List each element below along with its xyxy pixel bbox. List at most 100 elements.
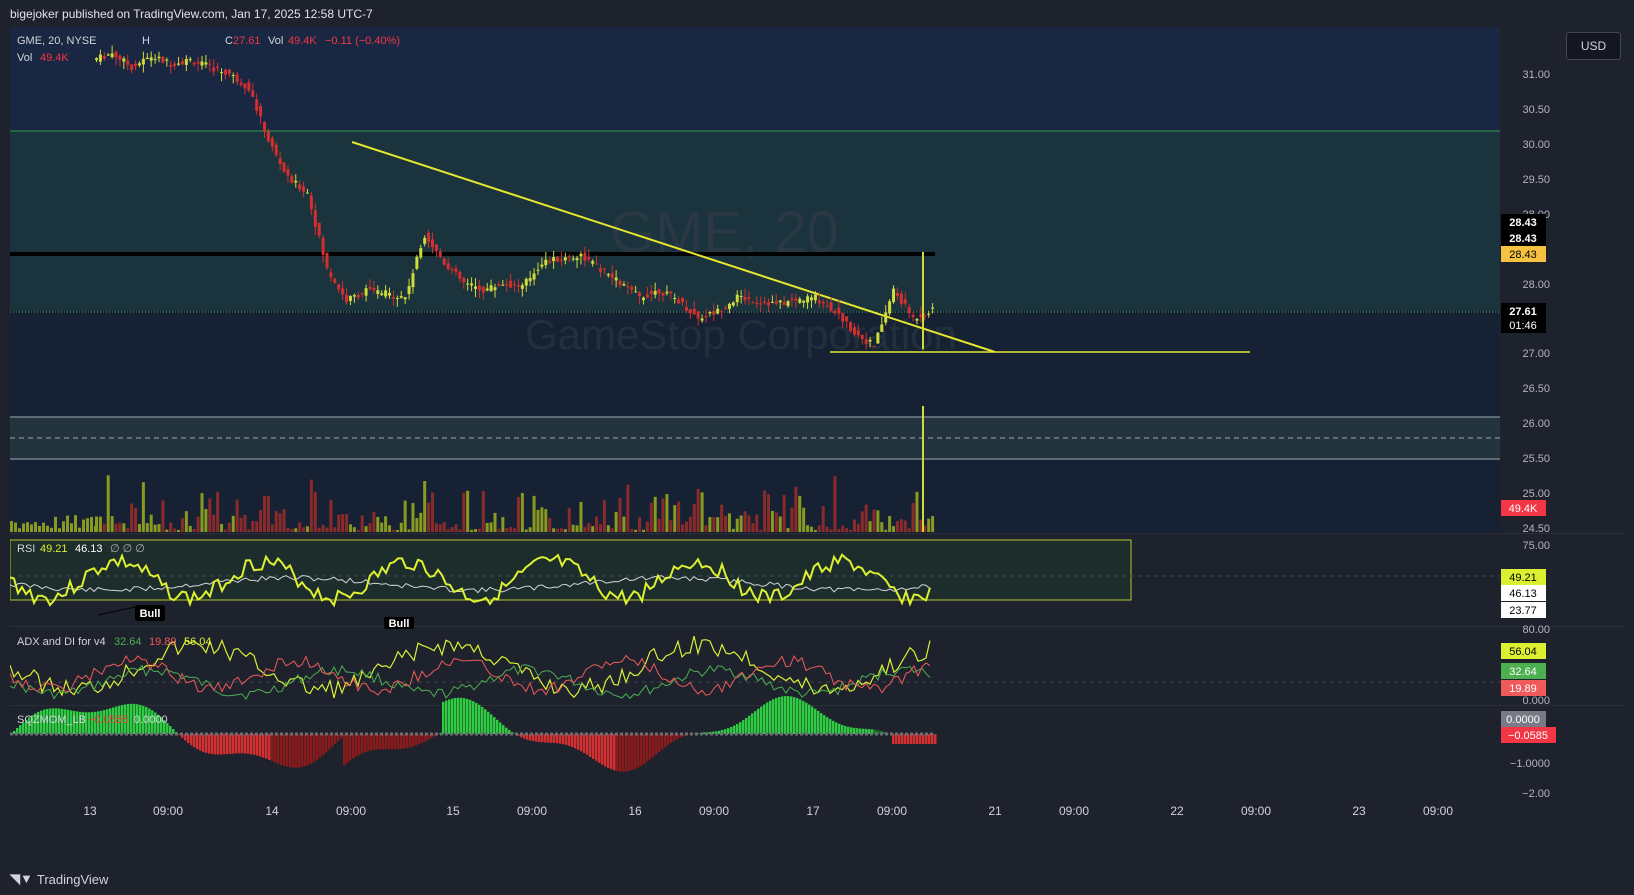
candle-body [497,284,501,286]
volume-bar [802,507,806,532]
squeeze-bar [346,734,349,763]
squeeze-bar [652,734,655,757]
squeeze-bar [817,710,820,734]
volume-bar [868,521,872,532]
volume-bar [806,525,810,532]
volume-bar [58,528,61,532]
time-tick-label: 09:00 [153,804,183,818]
squeeze-bar [328,734,331,750]
volume-bar [86,518,89,532]
candle-body [673,298,677,300]
candle-body [231,75,235,77]
candle-body [868,340,872,342]
volume-bar [591,526,595,532]
volume-bar [247,529,251,532]
squeeze-bar [406,734,409,748]
volume-bar [294,528,298,532]
candle-body [806,296,810,303]
squeeze-bar [343,734,346,766]
volume-bar [110,516,114,532]
squeeze-bar [349,734,352,761]
candle-body [794,298,798,301]
chart-frame[interactable]: GME, 20 GameStop Corporation Bull Bull G… [9,27,1624,861]
candle-body [540,264,544,267]
candle-body [536,269,540,271]
candle-body [524,278,528,286]
time-tick-label: 17 [806,804,820,818]
squeeze-bar [367,734,370,752]
candle-body [235,74,239,82]
candle-body [767,302,770,306]
candle-body [696,311,700,319]
volume-bar [14,522,17,532]
candle-body [204,62,208,65]
volume-bar [399,522,403,532]
candle-body [630,286,634,290]
sqz-legend-v2: 0.0000 [134,714,168,726]
candle-body [614,277,618,281]
squeeze-bar [415,734,418,746]
squeeze-bar [220,734,223,755]
volume-bar [368,523,372,532]
volume-bar [466,490,470,532]
price-tick-label: 24.50 [1522,523,1550,535]
squeeze-bar [385,734,388,750]
volume-bar [255,521,259,532]
volume-bar [290,528,294,532]
volume-bar [532,495,536,532]
candle-body [290,175,294,183]
volume-bar [864,504,868,532]
candle-body [485,288,489,291]
badge-sqz-2: −0.0585 [1508,730,1548,742]
volume-bar [462,492,466,532]
candle-body [141,58,145,65]
candle-body [145,57,149,60]
squeeze-bar [742,720,745,734]
candle-body [294,180,298,183]
volume-bar [470,529,474,532]
volume-bar [337,514,341,532]
candle-body [106,54,110,56]
candle-body [173,63,177,66]
volume-bar [653,496,657,532]
volume-bar [384,516,388,532]
candle-body [716,308,720,314]
volume-bar [614,511,618,532]
candle-body [501,284,505,286]
squeeze-bar [256,734,259,756]
legend-close: 27.61 [233,35,261,47]
candle-body [442,258,446,265]
candle-body [298,184,302,190]
candle-body [309,195,313,210]
chart-svg[interactable]: GME, 20 GameStop Corporation Bull Bull G… [9,27,1624,861]
candle-body [591,261,595,264]
badge-adx-1: 56.04 [1509,646,1537,658]
candle-body [665,291,669,294]
legend-vol-label: Vol [268,35,283,47]
currency-button[interactable]: USD [1566,32,1621,60]
squeeze-bar [373,734,376,750]
candle-body [220,72,224,74]
candle-body [403,297,407,300]
volume-bar [763,490,767,532]
bull-label-2: Bull [389,618,410,630]
candle-body [892,288,896,302]
price-tick-label: 28.00 [1522,279,1550,291]
candle-body [677,299,681,304]
squeeze-bar [643,734,646,764]
volume-bar [477,528,481,532]
sqz-tick-label: −1.0000 [1510,758,1550,770]
volume-bar [751,523,755,532]
volume-bar [724,515,728,532]
volume-bar [899,519,903,532]
candle-body [282,162,286,172]
candle-body [798,298,802,303]
volume-bar [388,525,392,532]
candle-body [915,318,919,321]
candle-body [419,248,423,258]
squeeze-bar [202,734,205,752]
candle-body [325,252,329,268]
candle-body [192,62,196,65]
candle-body [200,61,204,66]
volume-bar [911,503,915,532]
